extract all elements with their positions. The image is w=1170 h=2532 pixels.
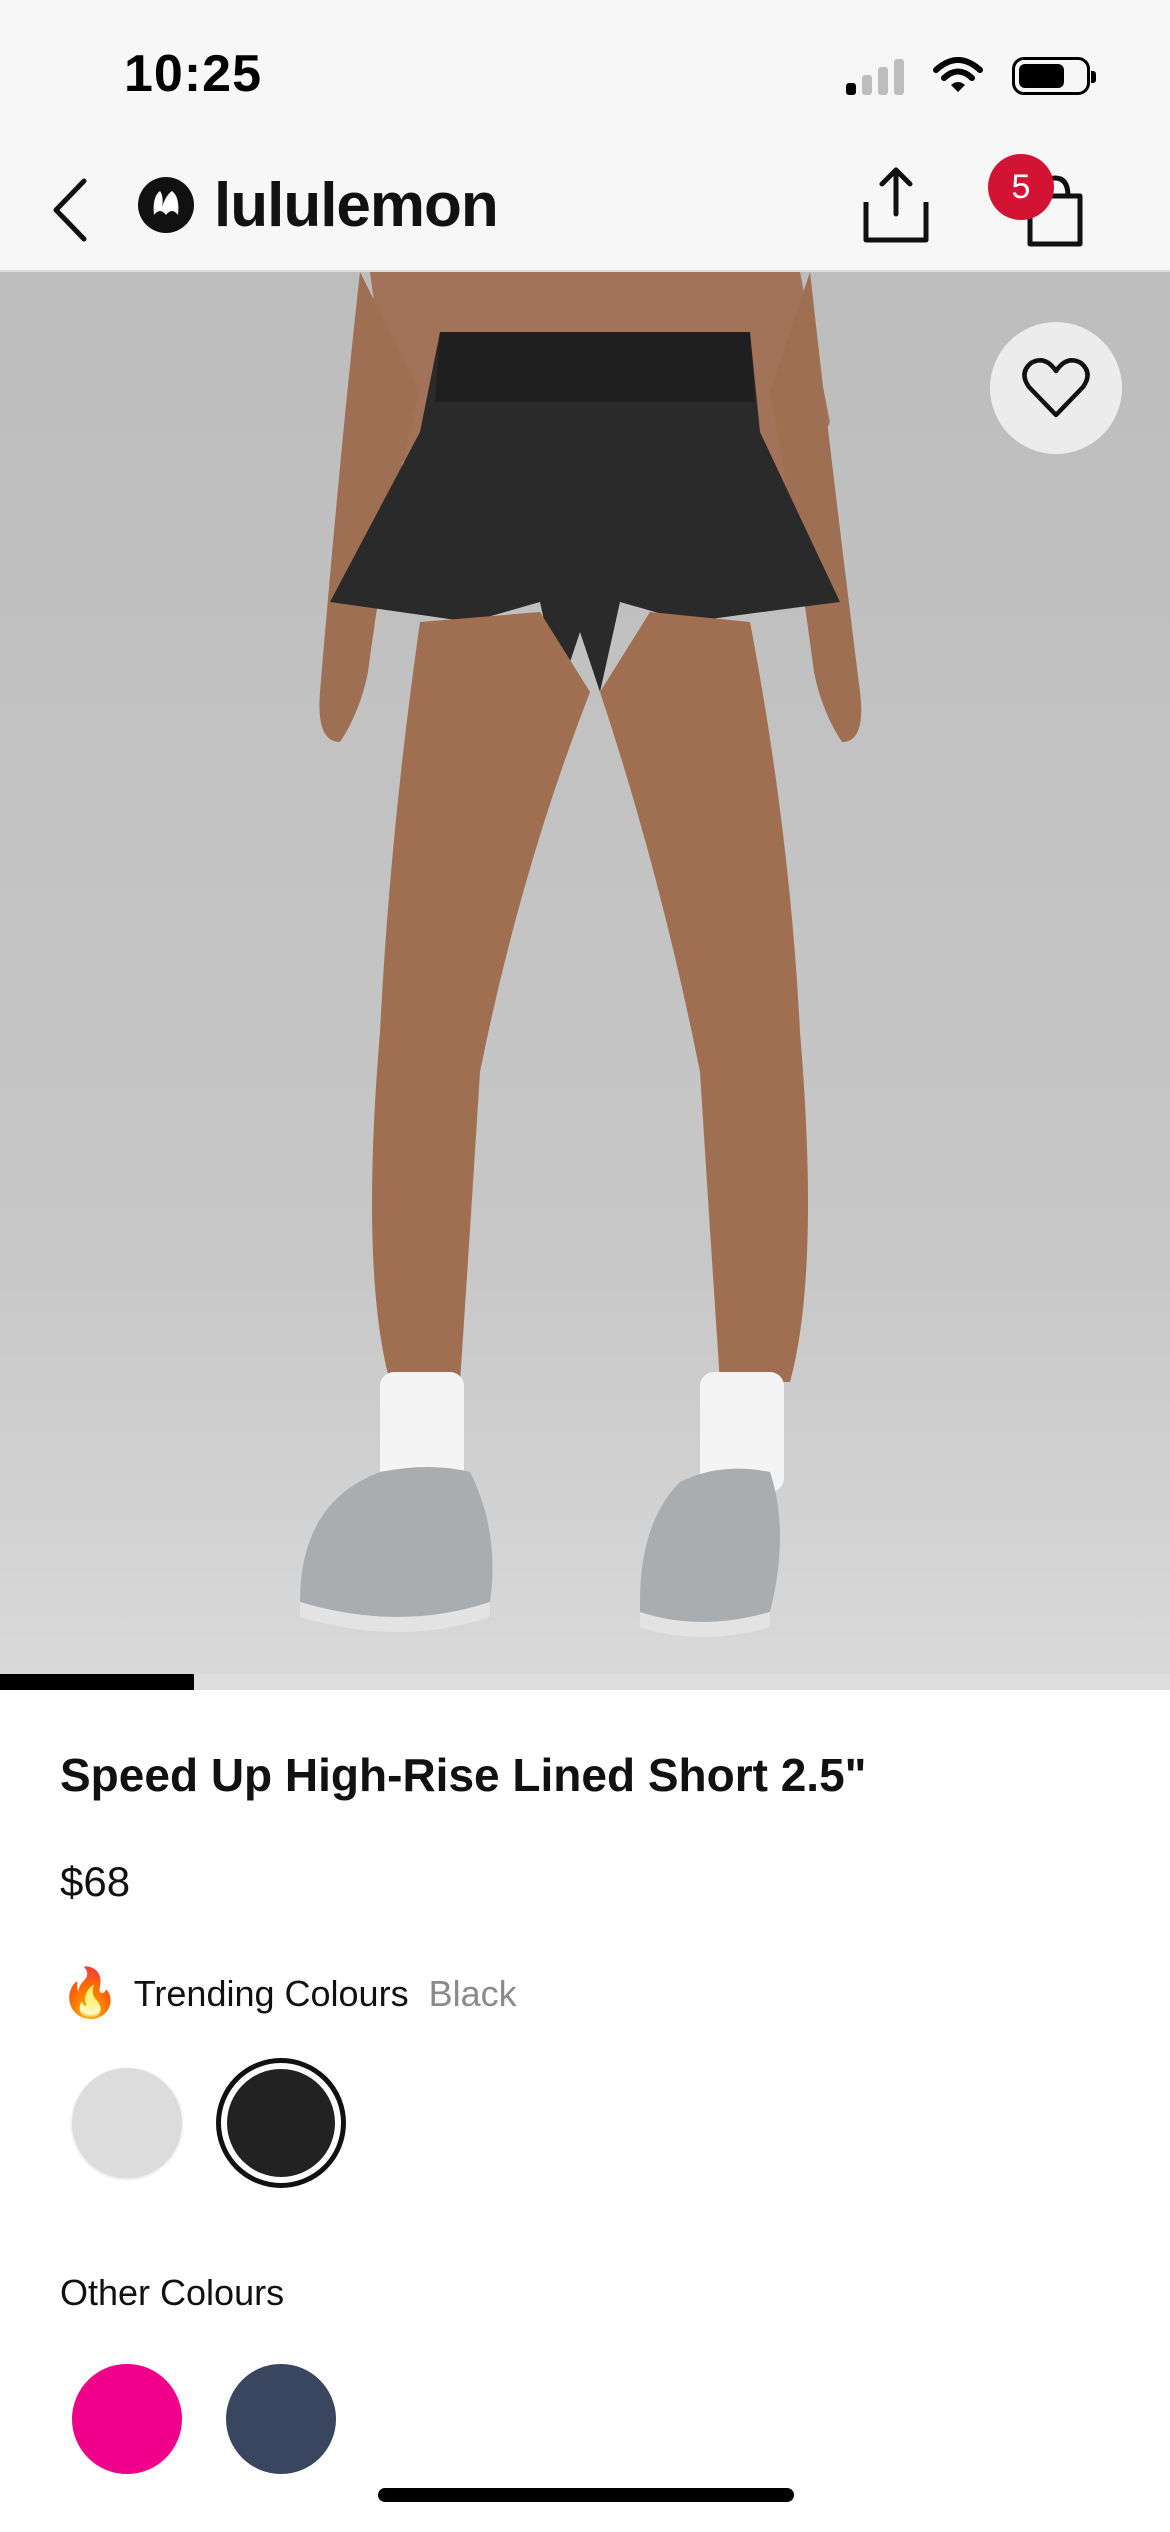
product-image[interactable] — [0, 272, 1170, 1674]
swatch-pink[interactable] — [72, 2364, 182, 2474]
other-colours-label: Other Colours — [60, 2272, 285, 2313]
favorite-button[interactable] — [990, 322, 1122, 454]
gallery-progress — [0, 1674, 1170, 1690]
lululemon-logo-icon — [138, 177, 194, 233]
gallery-progress-fill — [0, 1674, 195, 1690]
share-icon — [863, 167, 929, 243]
heart-icon — [1022, 358, 1090, 418]
swatch-navy[interactable] — [226, 2364, 336, 2474]
trending-colours-label: Trending Colours — [133, 1973, 409, 2014]
navigation-bar: lululemon 5 — [0, 140, 1170, 272]
selected-colour-name: Black — [428, 1973, 517, 2014]
chevron-left-icon — [53, 178, 87, 242]
home-indicator — [378, 2488, 794, 2502]
back-button[interactable] — [40, 170, 100, 250]
fire-icon: 🔥 — [60, 1967, 120, 2020]
status-time: 10:25 — [124, 45, 262, 103]
product-photo — [300, 272, 862, 1637]
cellular-signal-icon — [846, 57, 904, 95]
cart-count-badge: 5 — [988, 154, 1054, 220]
swatch-black — [227, 2069, 335, 2177]
share-button[interactable] — [860, 164, 932, 244]
product-title: Speed Up High-Rise Lined Short 2.5" — [60, 1749, 867, 1801]
status-bar: 10:25 — [0, 0, 1170, 140]
brand-name: lululemon — [214, 170, 499, 240]
wifi-icon — [933, 57, 983, 92]
brand: lululemon — [138, 170, 499, 240]
battery-icon — [1012, 57, 1096, 95]
swatch-black-selected[interactable] — [216, 2058, 346, 2188]
status-icons — [846, 56, 1096, 96]
trending-colours-header: 🔥 Trending Colours Black — [60, 1970, 517, 2018]
swatch-light-grey[interactable] — [72, 2068, 182, 2178]
product-price: $68 — [60, 1858, 131, 1905]
